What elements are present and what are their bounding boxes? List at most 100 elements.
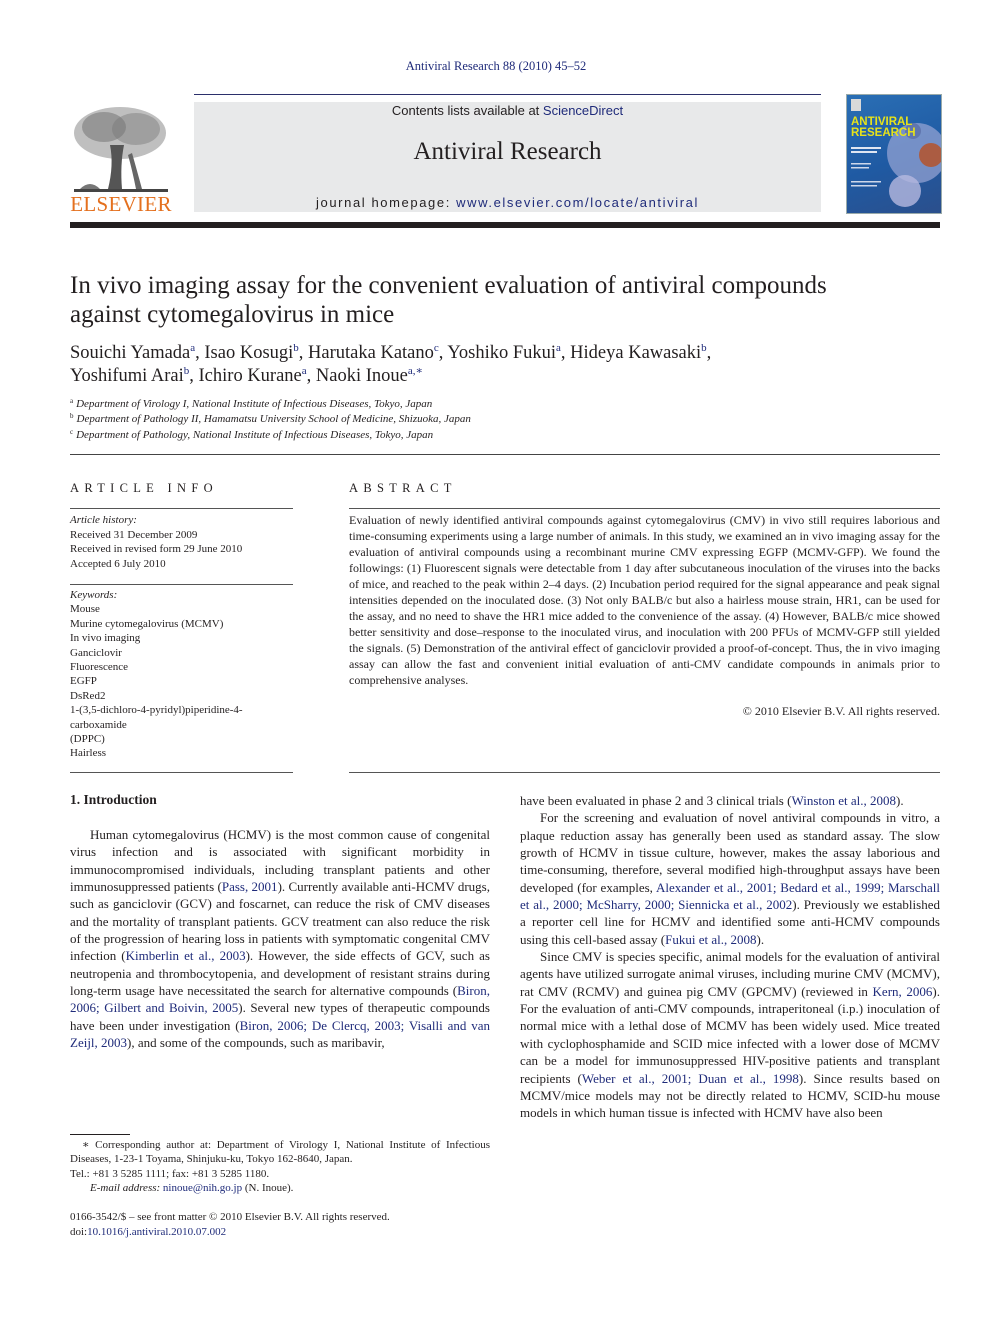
divider: [70, 454, 940, 455]
affiliation-marker[interactable]: b: [701, 342, 707, 354]
elsevier-wordmark: ELSEVIER: [70, 192, 172, 216]
affiliation-marker[interactable]: a: [302, 365, 307, 377]
keyword: Fluorescence: [70, 661, 129, 674]
affiliation-text: Department of Pathology II, Hamamatsu Un…: [76, 413, 471, 426]
abstract-copyright: © 2010 Elsevier B.V. All rights reserved…: [742, 704, 940, 718]
article-title: In vivo imaging assay for the convenient…: [70, 271, 940, 329]
divider: [70, 584, 293, 585]
title-line-1: In vivo imaging assay for the convenient…: [70, 272, 827, 299]
author-list: Souichi Yamadaa, Isao Kosugib, Harutaka …: [70, 342, 712, 387]
email-label: E-mail address:: [90, 1182, 163, 1195]
divider: [70, 508, 293, 509]
author-name: Souichi Yamada: [70, 343, 191, 363]
citation-link[interactable]: Pass, 2001: [222, 879, 278, 894]
affiliation-marker[interactable]: a: [556, 342, 561, 354]
history-accepted: Accepted 6 July 2010: [70, 557, 166, 570]
divider: [349, 772, 940, 773]
homepage-link[interactable]: www.elsevier.com/locate/antiviral: [456, 195, 699, 210]
keyword: Ganciclovir: [70, 646, 122, 659]
journal-citation[interactable]: Antiviral Research 88 (2010) 45–52: [0, 59, 992, 74]
affiliations: a Department of Virology I, National Inst…: [70, 397, 940, 443]
footnote-address: ∗ Corresponding author at: Department of…: [70, 1139, 490, 1166]
doi-link[interactable]: 10.1016/j.antiviral.2010.07.002: [87, 1226, 226, 1238]
author-name: Yoshiko Fukui: [447, 343, 557, 363]
affiliation-marker[interactable]: b: [184, 365, 190, 377]
cover-art-icon: [851, 99, 941, 207]
footnote-email-line: E-mail address: ninoue@nih.go.jp (N. Ino…: [70, 1181, 490, 1195]
divider: [70, 772, 293, 773]
keyword: (DPPC): [70, 733, 105, 746]
affiliation-mark: b: [70, 412, 74, 421]
email-suffix: (N. Inoue).: [242, 1182, 294, 1195]
header-divider: [194, 94, 821, 95]
contents-prefix: Contents lists available at: [391, 103, 543, 118]
corresponding-author-footnote: ∗ Corresponding author at: Department of…: [70, 1138, 490, 1196]
keyword: In vivo imaging: [70, 632, 141, 645]
article-history: Article history: Received 31 December 20…: [70, 513, 300, 571]
footnote-divider: [70, 1134, 130, 1135]
citation-link[interactable]: Kimberlin et al., 2003: [126, 948, 246, 963]
keyword: Mouse: [70, 603, 100, 616]
citation-link[interactable]: Weber et al., 2001; Duan et al., 1998: [582, 1071, 799, 1086]
affiliation-mark: c: [70, 427, 74, 436]
body-text: have been evaluated in phase 2 and 3 cli…: [520, 793, 792, 808]
body-text: ).: [756, 931, 765, 947]
tree-icon: [74, 107, 168, 192]
affiliation-marker[interactable]: a: [190, 342, 195, 354]
affiliation-marker[interactable]: b: [293, 342, 299, 354]
affiliation: c Department of Pathology, National Insti…: [70, 428, 940, 443]
journal-name: Antiviral Research: [413, 138, 602, 165]
affiliation-text: Department of Pathology, National Instit…: [76, 428, 434, 441]
journal-header-box: Contents lists available at ScienceDirec…: [194, 102, 821, 212]
divider: [349, 508, 940, 509]
keyword: Hairless: [70, 747, 107, 760]
cover-title: ANTIVIRAL RESEARCH: [851, 116, 916, 139]
paragraph: For the screening and evaluation of nove…: [520, 809, 940, 948]
author-name: Hideya Kawasaki: [570, 343, 702, 363]
author-name: Isao Kosugi: [204, 343, 294, 363]
journal-cover-thumbnail[interactable]: ANTIVIRAL RESEARCH: [846, 94, 942, 214]
author-name: Yoshifumi Arai: [70, 366, 184, 386]
section-heading-introduction: 1. Introduction: [70, 792, 157, 807]
paragraph: Since CMV is species specific, animal mo…: [520, 948, 940, 1121]
history-revised: Received in revised form 29 June 2010: [70, 543, 243, 555]
history-label: Article history:: [70, 514, 137, 526]
citation-link[interactable]: Fukui et al., 2008: [665, 932, 756, 947]
author-name: Harutaka Katano: [308, 343, 434, 363]
body-column-right: have been evaluated in phase 2 and 3 cli…: [520, 792, 940, 1122]
keyword: DsRed2: [70, 689, 106, 702]
sciencedirect-link[interactable]: ScienceDirect: [543, 103, 623, 118]
citation-link[interactable]: Winston et al., 2008: [791, 793, 896, 808]
affiliation: b Department of Pathology II, Hamamatsu U…: [70, 412, 940, 427]
contents-available-line: Contents lists available at ScienceDirec…: [194, 103, 821, 118]
citation-link[interactable]: Kern, 2006: [873, 984, 933, 999]
footnote-phone: Tel.: +81 3 5285 1111; fax: +81 3 5285 1…: [70, 1167, 270, 1180]
author-name: Naoki Inoue: [315, 366, 408, 386]
paragraph: Human cytomegalovirus (HCMV) is the most…: [70, 826, 490, 1051]
keyword: EGFP: [70, 675, 97, 688]
front-matter: 0166-3542/$ – see front matter © 2010 El…: [70, 1210, 490, 1239]
header-thick-rule: [70, 222, 940, 228]
article-info-heading: ARTICLE INFO: [70, 481, 218, 495]
affiliation-text: Department of Virology I, National Insti…: [76, 398, 433, 410]
affiliation-marker[interactable]: c: [434, 342, 439, 354]
affiliation-mark: a: [70, 397, 74, 405]
body-column-left: Human cytomegalovirus (HCMV) is the most…: [70, 826, 490, 1051]
keyword: Murine cytomegalovirus (MCMV): [70, 617, 224, 630]
issn-line: 0166-3542/$ – see front matter © 2010 El…: [70, 1211, 390, 1223]
author-name: Ichiro Kurane: [198, 366, 302, 386]
keyword: 1-(3,5-dichloro-4-pyridyl)piperidine-4-: [70, 704, 243, 717]
doi-line: doi:10.1016/j.antiviral.2010.07.002: [70, 1225, 490, 1240]
cover-title-line2: RESEARCH: [851, 127, 916, 139]
keywords: Keywords: Mouse Murine cytomegalovirus (…: [70, 588, 300, 761]
keywords-label: Keywords:: [70, 589, 118, 601]
homepage-prefix: journal homepage:: [316, 195, 457, 210]
corresponding-author-marker[interactable]: a,∗: [408, 365, 423, 377]
title-line-2: against cytomegalovirus in mice: [70, 301, 395, 328]
doi-prefix: doi:: [70, 1225, 88, 1238]
paragraph: have been evaluated in phase 2 and 3 cli…: [520, 792, 940, 809]
affiliation: a Department of Virology I, National Inst…: [70, 397, 940, 412]
abstract-heading: ABSTRACT: [349, 481, 457, 495]
body-text: ).: [896, 793, 904, 808]
email-link[interactable]: ninoue@nih.go.jp: [163, 1182, 242, 1194]
